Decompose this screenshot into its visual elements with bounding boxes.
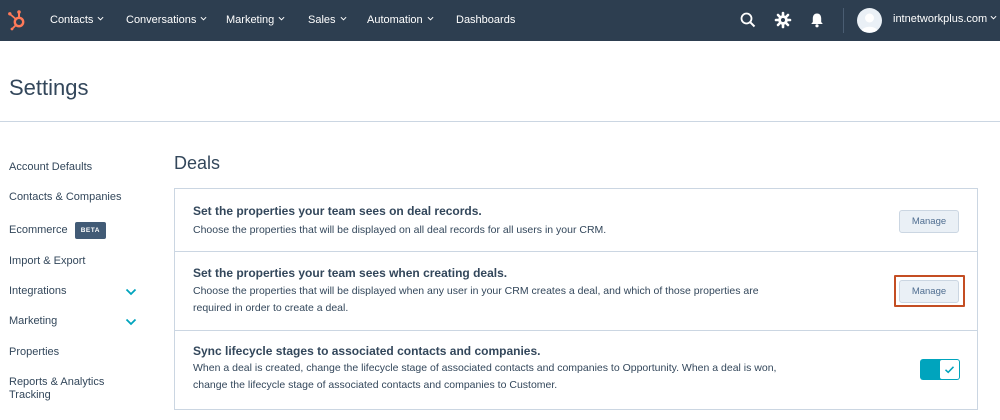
account-menu[interactable]: intnetworkplus.com — [893, 13, 997, 25]
nav-contacts[interactable]: Contacts — [50, 13, 104, 27]
sidebar-item-label: Contacts & Companies — [9, 191, 122, 203]
header-divider — [0, 121, 1000, 122]
hubspot-logo-icon[interactable] — [6, 9, 28, 31]
nav-dashboards-label: Dashboards — [456, 14, 516, 26]
top-navigation-bar: Contacts Conversations Marketing Sales A… — [0, 0, 1000, 41]
sidebar-item-ecommerce[interactable]: Ecommerce BETA — [9, 222, 129, 239]
nav-divider — [843, 8, 844, 33]
sidebar-item-label: Account Defaults — [9, 161, 93, 173]
deal-creation-properties-card: Set the properties your team sees when c… — [174, 251, 978, 331]
card-description-line: required in order to create a deal. — [193, 302, 349, 314]
sidebar-item-label: Ecommerce — [9, 224, 68, 236]
avatar[interactable] — [857, 8, 882, 33]
lifecycle-sync-toggle[interactable] — [920, 359, 960, 380]
checkmark-icon — [944, 366, 955, 374]
chevron-down-icon — [990, 15, 997, 20]
bell-icon[interactable] — [808, 11, 826, 29]
sidebar-item-reports-analytics-tracking[interactable]: Reports & Analytics Tracking — [9, 376, 119, 402]
sidebar-item-label: Marketing — [9, 315, 58, 327]
gear-icon[interactable] — [774, 11, 792, 29]
nav-marketing-label: Marketing — [226, 14, 275, 26]
manage-button[interactable]: Manage — [899, 210, 959, 233]
sidebar-item-integrations[interactable]: Integrations — [9, 285, 129, 298]
card-title: Sync lifecycle stages to associated cont… — [193, 344, 541, 358]
nav-sales[interactable]: Sales — [308, 13, 347, 27]
sidebar-item-account-defaults[interactable]: Account Defaults — [9, 161, 129, 174]
sidebar-item-label: Import & Export — [9, 255, 86, 267]
card-description-line: change the lifecycle stage of associated… — [193, 379, 558, 391]
chevron-down-icon — [427, 16, 434, 21]
deal-record-properties-card: Set the properties your team sees on dea… — [174, 188, 978, 252]
card-title: Set the properties your team sees on dea… — [193, 204, 482, 218]
chevron-down-icon — [278, 16, 285, 21]
nav-contacts-label: Contacts — [50, 14, 94, 26]
nav-automation-label: Automation — [367, 14, 423, 26]
search-icon[interactable] — [739, 11, 757, 29]
card-description: When a deal is created, change the lifec… — [193, 360, 776, 394]
toggle-knob — [940, 360, 959, 379]
beta-badge: BETA — [74, 222, 106, 239]
section-title: Deals — [174, 153, 221, 173]
chevron-down-icon — [97, 16, 104, 21]
nav-marketing[interactable]: Marketing — [226, 13, 285, 27]
user-avatar-icon — [861, 13, 878, 32]
nav-automation[interactable]: Automation — [367, 13, 434, 27]
chevron-down-icon[interactable] — [125, 288, 137, 296]
card-title: Set the properties your team sees when c… — [193, 266, 508, 280]
chevron-down-icon[interactable] — [125, 318, 137, 326]
nav-sales-label: Sales — [308, 14, 336, 26]
card-description: Choose the properties that will be displ… — [193, 283, 759, 317]
sidebar-item-label: Properties — [9, 346, 60, 358]
lifecycle-sync-card: Sync lifecycle stages to associated cont… — [174, 330, 978, 410]
nav-conversations-label: Conversations — [126, 14, 197, 26]
card-description-line: Choose the properties that will be displ… — [193, 285, 759, 297]
sidebar-item-properties[interactable]: Properties — [9, 346, 129, 359]
chevron-down-icon — [340, 16, 347, 21]
card-description: Choose the properties that will be displ… — [193, 222, 606, 239]
page-title: Settings — [9, 75, 89, 100]
card-description-line: Choose the properties that will be displ… — [193, 224, 607, 236]
sidebar-item-import-export[interactable]: Import & Export — [9, 255, 129, 268]
card-description-line: When a deal is created, change the lifec… — [193, 362, 777, 374]
nav-dashboards[interactable]: Dashboards — [456, 13, 515, 27]
sidebar-item-marketing[interactable]: Marketing — [9, 315, 129, 328]
nav-conversations[interactable]: Conversations — [126, 13, 207, 27]
sidebar-item-label: Reports & Analytics Tracking — [9, 376, 105, 401]
sidebar-item-label: Integrations — [9, 285, 67, 297]
manage-button[interactable]: Manage — [899, 280, 959, 303]
chevron-down-icon — [200, 16, 207, 21]
sidebar-item-contacts-companies[interactable]: Contacts & Companies — [9, 191, 129, 204]
account-name: intnetworkplus.com — [893, 13, 988, 25]
